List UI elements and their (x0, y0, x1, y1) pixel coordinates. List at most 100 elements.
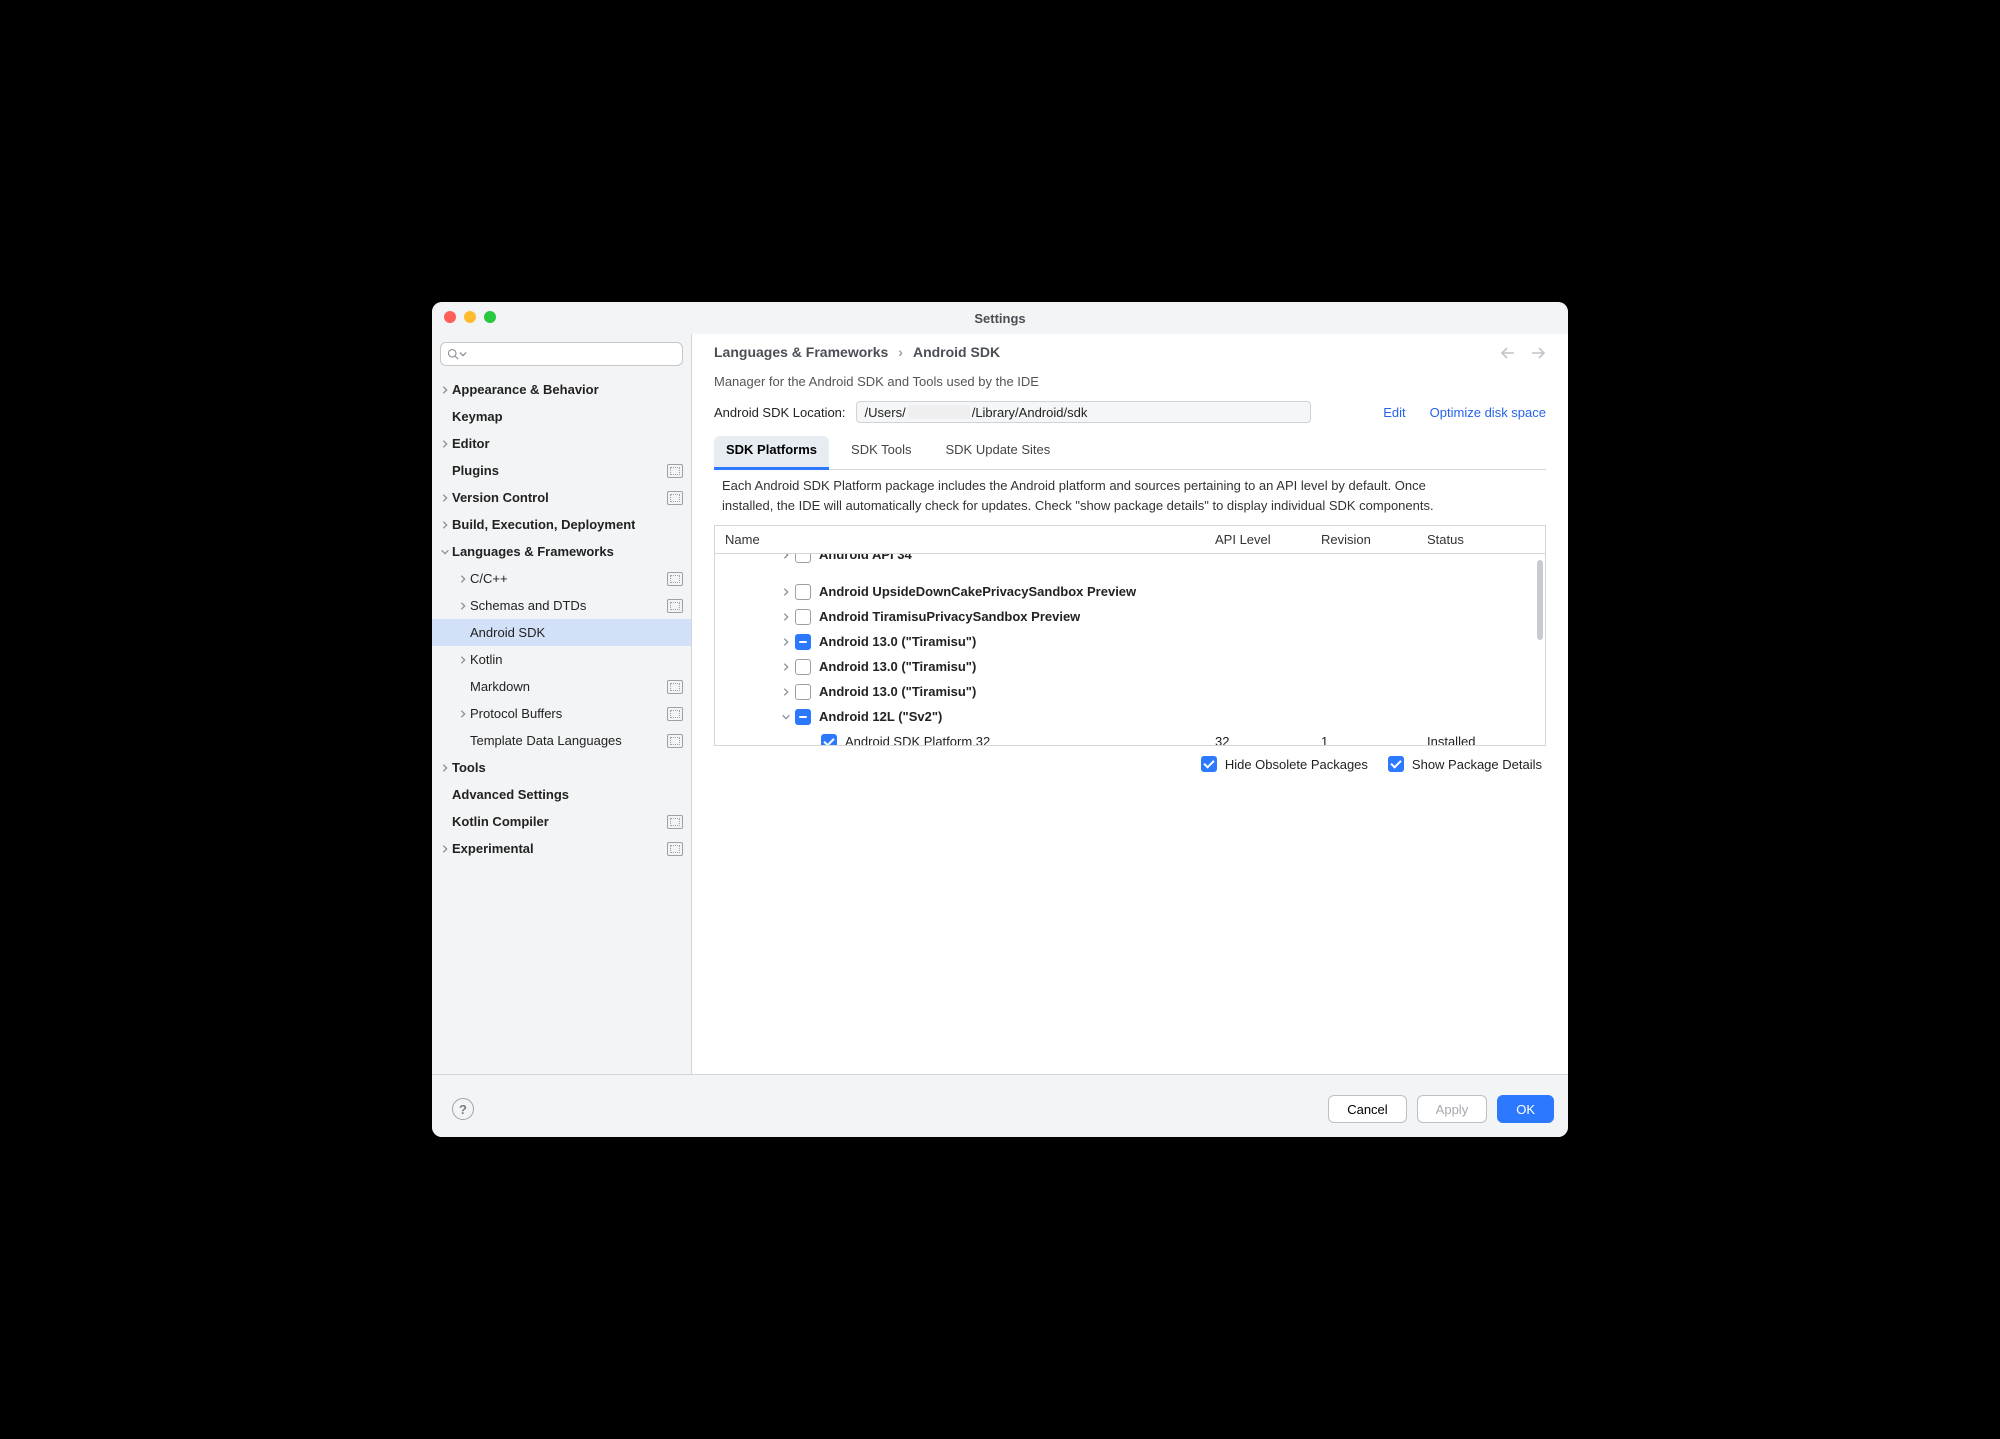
arrow-right-icon[interactable] (1530, 346, 1546, 360)
sidebar-item-keymap[interactable]: Keymap (432, 403, 691, 430)
search-field[interactable] (440, 342, 683, 366)
sidebar-item-vcs[interactable]: Version Control (432, 484, 691, 511)
traffic-lights (444, 311, 496, 323)
sidebar-item-kotlin[interactable]: Kotlin (432, 646, 691, 673)
sidebar-item-lang[interactable]: Languages & Frameworks (432, 538, 691, 565)
tab-sites[interactable]: SDK Update Sites (934, 436, 1063, 470)
chevron-right-icon[interactable] (456, 653, 470, 667)
scrollbar-thumb[interactable] (1537, 560, 1543, 640)
apply-button[interactable]: Apply (1417, 1095, 1488, 1123)
sidebar-item-label: Tools (452, 760, 486, 775)
table-row[interactable]: Android 13.0 ("Tiramisu") (715, 679, 1545, 704)
ok-button[interactable]: OK (1497, 1095, 1554, 1123)
chevron-right-icon[interactable] (438, 518, 452, 532)
chevron-right-icon[interactable] (438, 761, 452, 775)
checkbox-icon[interactable] (795, 584, 811, 600)
table-row[interactable]: Android TiramisuPrivacySandbox Preview (715, 604, 1545, 629)
checkbox-icon[interactable] (821, 734, 837, 746)
tab-platforms[interactable]: SDK Platforms (714, 436, 829, 470)
row-name: Android 13.0 ("Tiramisu") (819, 659, 976, 674)
sidebar-item-adv[interactable]: Advanced Settings (432, 781, 691, 808)
breadcrumb-sep-icon: › (898, 344, 903, 360)
project-icon (667, 842, 683, 856)
checkbox-icon[interactable] (795, 684, 811, 700)
breadcrumb-b: Android SDK (913, 344, 1000, 360)
sidebar-item-tools[interactable]: Tools (432, 754, 691, 781)
chevron-right-icon[interactable] (781, 612, 791, 622)
sidebar-item-schemas[interactable]: Schemas and DTDs (432, 592, 691, 619)
table-row[interactable]: Android 12L ("Sv2") (715, 704, 1545, 729)
row-api: 32 (1207, 734, 1313, 745)
sidebar-item-editor[interactable]: Editor (432, 430, 691, 457)
sdk-path-redacted (908, 405, 970, 419)
sidebar-item-tdl[interactable]: Template Data Languages (432, 727, 691, 754)
sidebar-item-label: Languages & Frameworks (452, 544, 614, 559)
chevron-right-icon[interactable] (438, 491, 452, 505)
chevron-right-icon[interactable] (438, 383, 452, 397)
sidebar-item-label: Kotlin (470, 652, 503, 667)
project-icon (667, 707, 683, 721)
sidebar-item-markdown[interactable]: Markdown (432, 673, 691, 700)
sidebar-item-exp[interactable]: Experimental (432, 835, 691, 862)
show-details-option[interactable]: Show Package Details (1388, 756, 1542, 772)
sidebar-item-protobuf[interactable]: Protocol Buffers (432, 700, 691, 727)
cancel-button[interactable]: Cancel (1328, 1095, 1406, 1123)
chevron-down-icon[interactable] (438, 545, 452, 559)
close-icon[interactable] (444, 311, 456, 323)
checkbox-icon[interactable] (795, 634, 811, 650)
checkbox-icon[interactable] (795, 709, 811, 725)
tab-tools[interactable]: SDK Tools (839, 436, 923, 470)
settings-window: Settings Appearance & BehaviorKeymapEdit… (432, 302, 1568, 1137)
hide-obsolete-option[interactable]: Hide Obsolete Packages (1201, 756, 1368, 772)
chevron-right-icon[interactable] (438, 437, 452, 451)
checkbox-icon[interactable] (795, 659, 811, 675)
edit-link[interactable]: Edit (1383, 405, 1405, 420)
chevron-right-icon[interactable] (781, 554, 791, 560)
table-header: Name API Level Revision Status (715, 526, 1545, 554)
settings-sidebar: Appearance & BehaviorKeymap Editor Plugins… (432, 334, 692, 1074)
chevron-right-icon[interactable] (781, 637, 791, 647)
chevron-right-icon[interactable] (456, 572, 470, 586)
chevron-right-icon[interactable] (456, 599, 470, 613)
sidebar-item-plugins[interactable]: Plugins (432, 457, 691, 484)
project-icon (667, 680, 683, 694)
sidebar-item-kotlinc[interactable]: Kotlin Compiler (432, 808, 691, 835)
chevron-right-icon[interactable] (438, 842, 452, 856)
sidebar-item-appearance[interactable]: Appearance & Behavior (432, 376, 691, 403)
table-row[interactable]: Android SDK Platform 32321Installed (715, 729, 1545, 745)
chevron-right-icon[interactable] (456, 707, 470, 721)
sidebar-item-build[interactable]: Build, Execution, Deployment (432, 511, 691, 538)
optimize-link[interactable]: Optimize disk space (1430, 405, 1546, 420)
table-row[interactable]: Android 13.0 ("Tiramisu") (715, 654, 1545, 679)
checkbox-icon[interactable] (795, 609, 811, 625)
sdk-location-field[interactable]: /Users/ /Library/Android/sdk (856, 401, 1311, 423)
chevron-right-icon[interactable] (781, 662, 791, 672)
checkbox-icon (1201, 756, 1217, 772)
chevron-down-icon[interactable] (781, 712, 791, 722)
row-name: Android API 34 (819, 554, 912, 562)
sidebar-item-label: Editor (452, 436, 490, 451)
zoom-icon[interactable] (484, 311, 496, 323)
sidebar-item-ccpp[interactable]: C/C++ (432, 565, 691, 592)
project-icon (667, 491, 683, 505)
sidebar-item-label: C/C++ (470, 571, 508, 586)
search-input[interactable] (469, 346, 676, 363)
row-name: Android TiramisuPrivacySandbox Preview (819, 609, 1080, 624)
sidebar-item-android-sdk[interactable]: Android SDK (432, 619, 691, 646)
help-icon[interactable]: ? (452, 1098, 474, 1120)
row-status: Installed (1419, 734, 1545, 745)
project-icon (667, 599, 683, 613)
header-description: Manager for the Android SDK and Tools us… (692, 360, 1568, 389)
arrow-left-icon[interactable] (1500, 346, 1516, 360)
table-row[interactable]: Android UpsideDownCakePrivacySandbox Pre… (715, 579, 1545, 604)
table-row[interactable]: Android API 34 (715, 554, 1545, 567)
row-name: Android 13.0 ("Tiramisu") (819, 684, 976, 699)
show-details-label: Show Package Details (1412, 757, 1542, 772)
project-icon (667, 815, 683, 829)
checkbox-icon[interactable] (795, 554, 811, 563)
chevron-right-icon[interactable] (781, 687, 791, 697)
table-row[interactable]: Android 13.0 ("Tiramisu") (715, 629, 1545, 654)
checkbox-icon (1388, 756, 1404, 772)
chevron-right-icon[interactable] (781, 587, 791, 597)
minimize-icon[interactable] (464, 311, 476, 323)
